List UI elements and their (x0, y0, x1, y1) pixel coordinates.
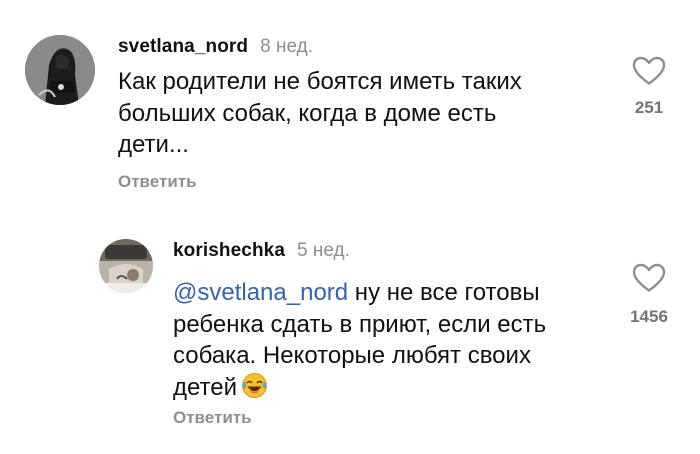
comment-text-line: детей (173, 372, 593, 404)
comment-meta: korishechka 5 нед. (173, 240, 350, 262)
like-button[interactable] (632, 56, 666, 86)
timestamp: 8 нед. (260, 36, 313, 57)
heart-outline-icon (632, 263, 666, 292)
username[interactable]: svetlana_nord (118, 36, 248, 57)
comment-text-segment: ну не все готовы (348, 279, 540, 306)
comment-text: Как родители не боятся иметь таких больш… (118, 66, 588, 161)
avatar[interactable] (99, 239, 153, 293)
comment-text-line: больших собак, когда в доме есть (118, 99, 497, 127)
comment-text-line: Как родители не боятся иметь таких (118, 68, 522, 95)
comment-text-segment: детей (173, 373, 238, 401)
comment-text-line: ребенка сдать в приют, если есть (173, 310, 547, 338)
comment-item: korishechka 5 нед. @svetlana_nord ну не в… (0, 215, 700, 454)
profile-photo-icon (25, 35, 95, 105)
comment-text: @svetlana_nord ну не все готовы ребенка … (173, 277, 593, 403)
reply-button[interactable]: Ответить (173, 408, 252, 428)
like-count: 251 (634, 98, 664, 117)
comment-meta: svetlana_nord 8 нед. (118, 36, 313, 58)
mention-link[interactable]: @svetlana_nord (173, 279, 348, 306)
reply-button[interactable]: Ответить (118, 172, 197, 192)
username[interactable]: korishechka (173, 240, 285, 261)
avatar[interactable] (25, 35, 95, 105)
like-count: 1456 (630, 307, 668, 326)
comment-text-line: собака. Некоторые любят своих (173, 342, 531, 369)
timestamp: 5 нед. (297, 240, 350, 261)
heart-outline-icon (632, 56, 666, 85)
comment-text-line: дети... (118, 131, 189, 158)
comment-text-line: @svetlana_nord ну не все готовы (173, 277, 593, 309)
profile-photo-icon (99, 239, 153, 293)
comment-item: svetlana_nord 8 нед. Как родители не боят… (0, 0, 700, 215)
tears-of-joy-emoji-icon (241, 372, 268, 399)
like-button[interactable] (632, 263, 666, 293)
